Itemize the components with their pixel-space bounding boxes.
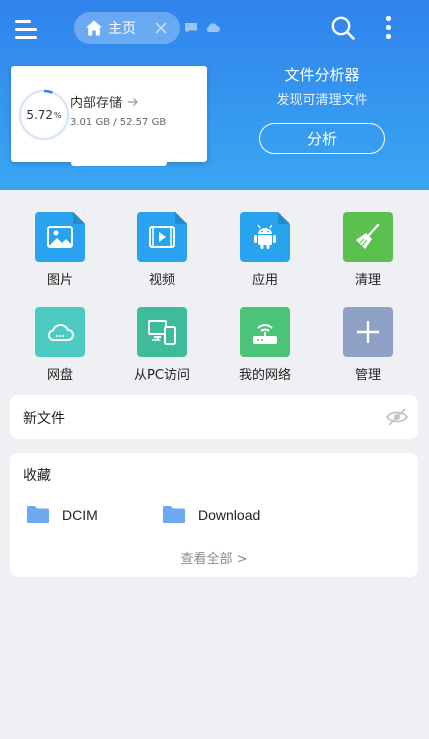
analyze-button[interactable]: 分析 — [259, 123, 385, 154]
card-tab-decoration — [71, 160, 167, 166]
favorites-card: 收藏 DCIM Download 查看全部 > — [10, 453, 418, 577]
router-icon — [240, 307, 290, 357]
folder-icon — [163, 506, 185, 523]
category-label: 视频 — [148, 273, 175, 288]
category-label: 应用 — [251, 273, 278, 288]
storage-title-label: 内部存储 — [70, 96, 123, 111]
favorite-name: DCIM — [62, 506, 98, 523]
internal-storage-card[interactable]: 5.72% 内部存储 3.01 GB / 52.57 GB — [11, 66, 207, 166]
eye-hidden-icon[interactable] — [386, 407, 408, 427]
more-options-icon[interactable] — [380, 15, 396, 41]
category-videos[interactable]: 视频 — [122, 212, 202, 288]
category-apps[interactable]: 应用 — [225, 212, 305, 288]
image-icon — [35, 212, 85, 262]
pc-access-icon — [137, 307, 187, 357]
category-netdisk[interactable]: 网盘 — [20, 307, 100, 383]
close-icon[interactable] — [154, 21, 168, 35]
new-files-card[interactable]: 新文件 — [10, 395, 418, 439]
cloud-tab-icon[interactable] — [205, 22, 220, 33]
cloud-icon — [35, 307, 85, 357]
category-manage[interactable]: 管理 — [328, 307, 408, 383]
category-cleaner[interactable]: 清理 — [328, 212, 408, 288]
folder-icon — [27, 506, 49, 523]
tab-home-label: 主页 — [108, 21, 136, 37]
category-images[interactable]: 图片 — [20, 212, 100, 288]
home-icon — [86, 20, 102, 36]
video-icon — [137, 212, 187, 262]
storage-title: 内部存储 — [70, 92, 139, 111]
analyzer-subtitle: 发现可清理文件 — [276, 93, 368, 108]
category-label: 清理 — [354, 273, 381, 288]
favorite-name: Download — [198, 506, 261, 523]
analyzer-title: 文件分析器 — [284, 66, 360, 84]
favorite-item-dcim[interactable]: DCIM — [26, 505, 98, 524]
category-label: 从PC访问 — [134, 368, 190, 383]
broom-icon — [343, 212, 393, 262]
category-pc-access[interactable]: 从PC访问 — [122, 307, 202, 383]
search-icon[interactable] — [330, 15, 356, 41]
storage-percent-value: 5.72 — [26, 108, 54, 122]
menu-icon[interactable] — [15, 18, 39, 40]
storage-percent: 5.72% — [17, 88, 71, 142]
chat-icon[interactable] — [184, 22, 198, 34]
storage-percent-unit: % — [54, 110, 62, 120]
plus-icon — [343, 307, 393, 357]
category-label: 图片 — [46, 273, 73, 288]
header: 主页 5.72% 内部存储 3.01 GB / 52.57 GB 文件分析器 发… — [0, 0, 429, 190]
favorites-title: 收藏 — [23, 468, 51, 484]
category-label: 我的网络 — [238, 368, 291, 383]
category-label: 网盘 — [46, 368, 73, 383]
arrow-right-icon — [128, 97, 138, 106]
android-icon — [240, 212, 290, 262]
category-my-network[interactable]: 我的网络 — [225, 307, 305, 383]
new-files-title: 新文件 — [23, 411, 65, 427]
view-all-link[interactable]: 查看全部 > — [10, 548, 418, 567]
favorite-item-download[interactable]: Download — [162, 505, 260, 524]
category-label: 管理 — [354, 368, 381, 383]
storage-size: 3.01 GB / 52.57 GB — [70, 117, 167, 128]
tab-home[interactable]: 主页 — [74, 12, 180, 44]
